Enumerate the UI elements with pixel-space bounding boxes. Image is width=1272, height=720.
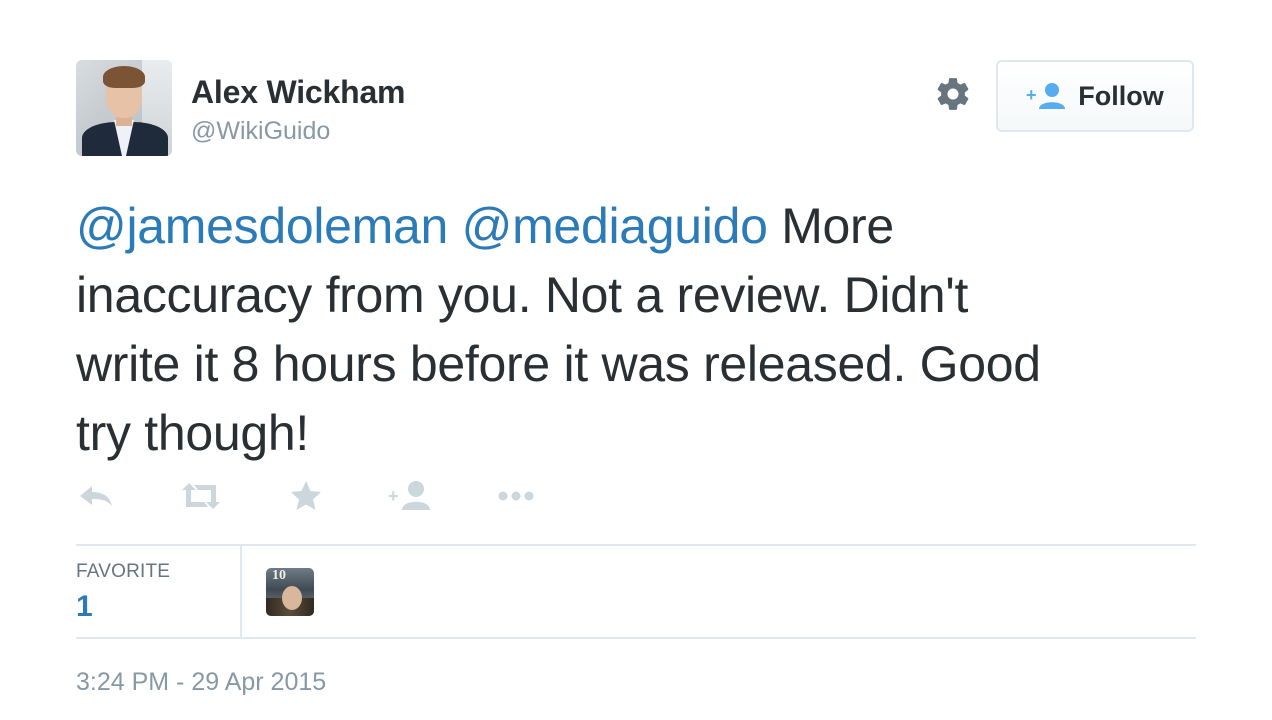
follow-icon[interactable]: + bbox=[388, 476, 432, 516]
retweet-icon[interactable] bbox=[180, 476, 222, 516]
tweet-line-3: write it 8 hours before it was released.… bbox=[76, 336, 1041, 392]
tweet-line-4: try though! bbox=[76, 405, 309, 461]
favorite-icon[interactable] bbox=[286, 476, 326, 516]
svg-text:+: + bbox=[388, 486, 399, 506]
stats-separator bbox=[240, 546, 242, 638]
follow-button[interactable]: + Follow bbox=[996, 60, 1194, 132]
tweet-line-2: inaccuracy from you. Not a review. Didn'… bbox=[76, 267, 969, 323]
divider bbox=[76, 637, 1196, 639]
tweet-line-1-text: More bbox=[767, 198, 894, 254]
add-user-icon: + bbox=[1026, 83, 1066, 109]
mention-link[interactable]: @jamesdoleman bbox=[76, 198, 448, 254]
divider bbox=[76, 544, 1196, 546]
tweet-card: Alex Wickham @WikiGuido + Follow @jamesd… bbox=[0, 0, 1272, 720]
gear-icon[interactable] bbox=[934, 75, 972, 113]
follow-label: Follow bbox=[1078, 80, 1164, 111]
author-handle[interactable]: @WikiGuido bbox=[191, 117, 330, 146]
tweet-timestamp[interactable]: 3:24 PM - 29 Apr 2015 bbox=[76, 668, 326, 697]
favorite-label: FAVORITE bbox=[76, 561, 171, 582]
favorite-count[interactable]: 1 bbox=[76, 590, 93, 624]
more-icon[interactable] bbox=[496, 476, 536, 516]
author-avatar[interactable] bbox=[76, 60, 172, 156]
favoriter-avatar[interactable]: 10 bbox=[266, 568, 314, 616]
tweet-text: @jamesdoleman @mediaguido More inaccurac… bbox=[76, 192, 1196, 468]
author-name[interactable]: Alex Wickham bbox=[191, 74, 405, 111]
svg-text:+: + bbox=[1026, 85, 1037, 105]
reply-icon[interactable] bbox=[76, 476, 116, 516]
mention-link[interactable]: @mediaguido bbox=[462, 198, 768, 254]
tweet-line-1: @jamesdoleman @mediaguido More bbox=[76, 192, 1196, 261]
